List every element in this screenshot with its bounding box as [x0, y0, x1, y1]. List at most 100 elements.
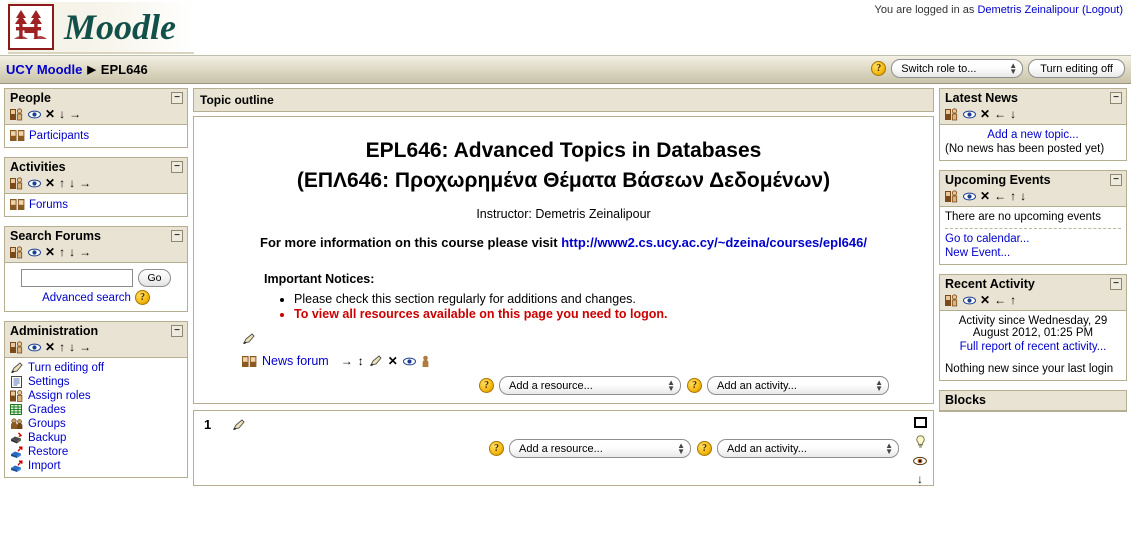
help-icon[interactable]: ? [479, 378, 494, 393]
admin-link-grades[interactable]: Grades [28, 404, 66, 416]
help-icon[interactable]: ? [697, 441, 712, 456]
hide-icon[interactable] [28, 110, 41, 119]
hide-icon[interactable] [963, 110, 976, 119]
collapse-icon[interactable]: − [1110, 278, 1122, 290]
move-left-icon[interactable]: ← [994, 108, 1006, 120]
move-down-icon[interactable]: ↓ [69, 246, 75, 258]
admin-link-assign-roles[interactable]: Assign roles [28, 390, 91, 402]
add-activity-select[interactable]: Add an activity... [717, 439, 899, 458]
list-item[interactable]: Groups [10, 417, 182, 431]
eye-icon[interactable] [913, 456, 927, 466]
delete-icon[interactable]: ✕ [980, 294, 990, 306]
assign-roles-icon[interactable] [945, 189, 959, 203]
activity-link-news-forum[interactable]: News forum [262, 354, 329, 368]
assign-roles-icon[interactable] [10, 176, 24, 190]
move-left-icon[interactable]: ← [994, 294, 1006, 306]
logout-link[interactable]: (Logout) [1082, 4, 1123, 16]
lightbulb-icon[interactable] [915, 435, 926, 449]
move-down-icon[interactable]: ↓ [917, 473, 923, 485]
collapse-icon[interactable]: − [171, 161, 183, 173]
delete-icon[interactable]: ✕ [45, 341, 55, 353]
course-website-link[interactable]: http://www2.cs.ucy.ac.cy/~dzeina/courses… [561, 235, 867, 250]
add-resource-select[interactable]: Add a resource... [509, 439, 691, 458]
user-profile-link[interactable]: Demetris Zeinalipour [977, 4, 1078, 16]
add-activity-select[interactable]: Add an activity... [707, 376, 889, 395]
hide-icon[interactable] [28, 343, 41, 352]
delete-icon[interactable]: ✕ [45, 246, 55, 258]
move-right-icon[interactable]: → [79, 177, 91, 189]
hide-icon[interactable] [28, 248, 41, 257]
edit-icon[interactable] [369, 355, 383, 367]
admin-link-restore[interactable]: Restore [28, 446, 68, 458]
switch-role-select[interactable]: Switch role to... [891, 59, 1024, 78]
assign-roles-icon[interactable] [10, 245, 24, 259]
assign-roles-icon[interactable] [10, 107, 24, 121]
list-item[interactable]: Settings [10, 375, 182, 389]
help-icon[interactable]: ? [687, 378, 702, 393]
move-right-icon[interactable]: → [79, 341, 91, 353]
help-icon[interactable]: ? [489, 441, 504, 456]
list-item[interactable]: Grades [10, 403, 182, 417]
list-item[interactable]: Import [10, 459, 182, 473]
admin-link-groups[interactable]: Groups [28, 418, 66, 430]
search-go-button[interactable]: Go [138, 269, 171, 287]
breadcrumb-item-site[interactable]: UCY Moodle [6, 62, 82, 77]
hide-icon[interactable] [402, 357, 416, 366]
move-right-icon[interactable]: → [341, 355, 353, 367]
collapse-icon[interactable]: − [1110, 174, 1122, 186]
list-item[interactable]: Forums [10, 197, 182, 212]
move-down-icon[interactable]: ↓ [1020, 190, 1026, 202]
move-down-icon[interactable]: ↓ [59, 108, 65, 120]
turn-editing-off-button[interactable]: Turn editing off [1028, 59, 1125, 78]
move-updown-icon[interactable]: ↕ [358, 355, 364, 367]
admin-link-backup[interactable]: Backup [28, 432, 66, 444]
move-up-icon[interactable]: ↑ [59, 341, 65, 353]
list-item[interactable]: Backup [10, 431, 182, 445]
hide-icon[interactable] [28, 179, 41, 188]
advanced-search-link[interactable]: Advanced search [42, 292, 131, 304]
assign-roles-icon[interactable] [945, 293, 959, 307]
collapse-icon[interactable]: − [171, 92, 183, 104]
help-icon[interactable]: ? [134, 290, 150, 305]
site-logo[interactable]: Moodle [8, 2, 194, 54]
move-right-icon[interactable]: → [69, 108, 81, 120]
move-up-icon[interactable]: ↑ [59, 177, 65, 189]
assign-roles-icon[interactable] [10, 340, 24, 354]
move-down-icon[interactable]: ↓ [1010, 108, 1016, 120]
collapse-icon[interactable]: − [171, 230, 183, 242]
hide-icon[interactable] [963, 296, 976, 305]
help-icon[interactable]: ? [871, 61, 887, 76]
move-up-icon[interactable]: ↑ [1010, 294, 1016, 306]
sidebar-link-participants[interactable]: Participants [29, 130, 89, 142]
highlight-square-icon[interactable] [913, 417, 927, 428]
collapse-icon[interactable]: − [171, 325, 183, 337]
delete-icon[interactable]: ✕ [45, 177, 55, 189]
hide-icon[interactable] [963, 192, 976, 201]
edit-icon[interactable] [232, 419, 246, 431]
move-down-icon[interactable]: ↓ [69, 177, 75, 189]
full-report-link[interactable]: Full report of recent activity... [960, 341, 1107, 353]
assign-roles-icon[interactable] [945, 107, 959, 121]
move-up-icon[interactable]: ↑ [1010, 190, 1016, 202]
move-up-icon[interactable]: ↑ [59, 246, 65, 258]
sidebar-link-forums[interactable]: Forums [29, 199, 68, 211]
move-down-icon[interactable]: ↓ [69, 341, 75, 353]
add-resource-select[interactable]: Add a resource... [499, 376, 681, 395]
search-input[interactable] [21, 269, 134, 287]
collapse-icon[interactable]: − [1110, 92, 1122, 104]
add-new-topic-link[interactable]: Add a new topic... [987, 129, 1078, 141]
groups-icon[interactable] [421, 355, 430, 368]
list-item[interactable]: Turn editing off [10, 361, 182, 375]
delete-icon[interactable]: ✕ [45, 108, 55, 120]
admin-link-import[interactable]: Import [28, 460, 61, 472]
list-item[interactable]: Assign roles [10, 389, 182, 403]
delete-icon[interactable]: ✕ [388, 355, 398, 367]
new-event-link[interactable]: New Event... [945, 247, 1010, 259]
list-item[interactable]: Participants [10, 128, 182, 143]
list-item[interactable]: Restore [10, 445, 182, 459]
delete-icon[interactable]: ✕ [980, 108, 990, 120]
move-right-icon[interactable]: → [79, 246, 91, 258]
admin-link-settings[interactable]: Settings [28, 376, 70, 388]
edit-icon[interactable] [242, 333, 256, 345]
go-to-calendar-link[interactable]: Go to calendar... [945, 233, 1029, 245]
